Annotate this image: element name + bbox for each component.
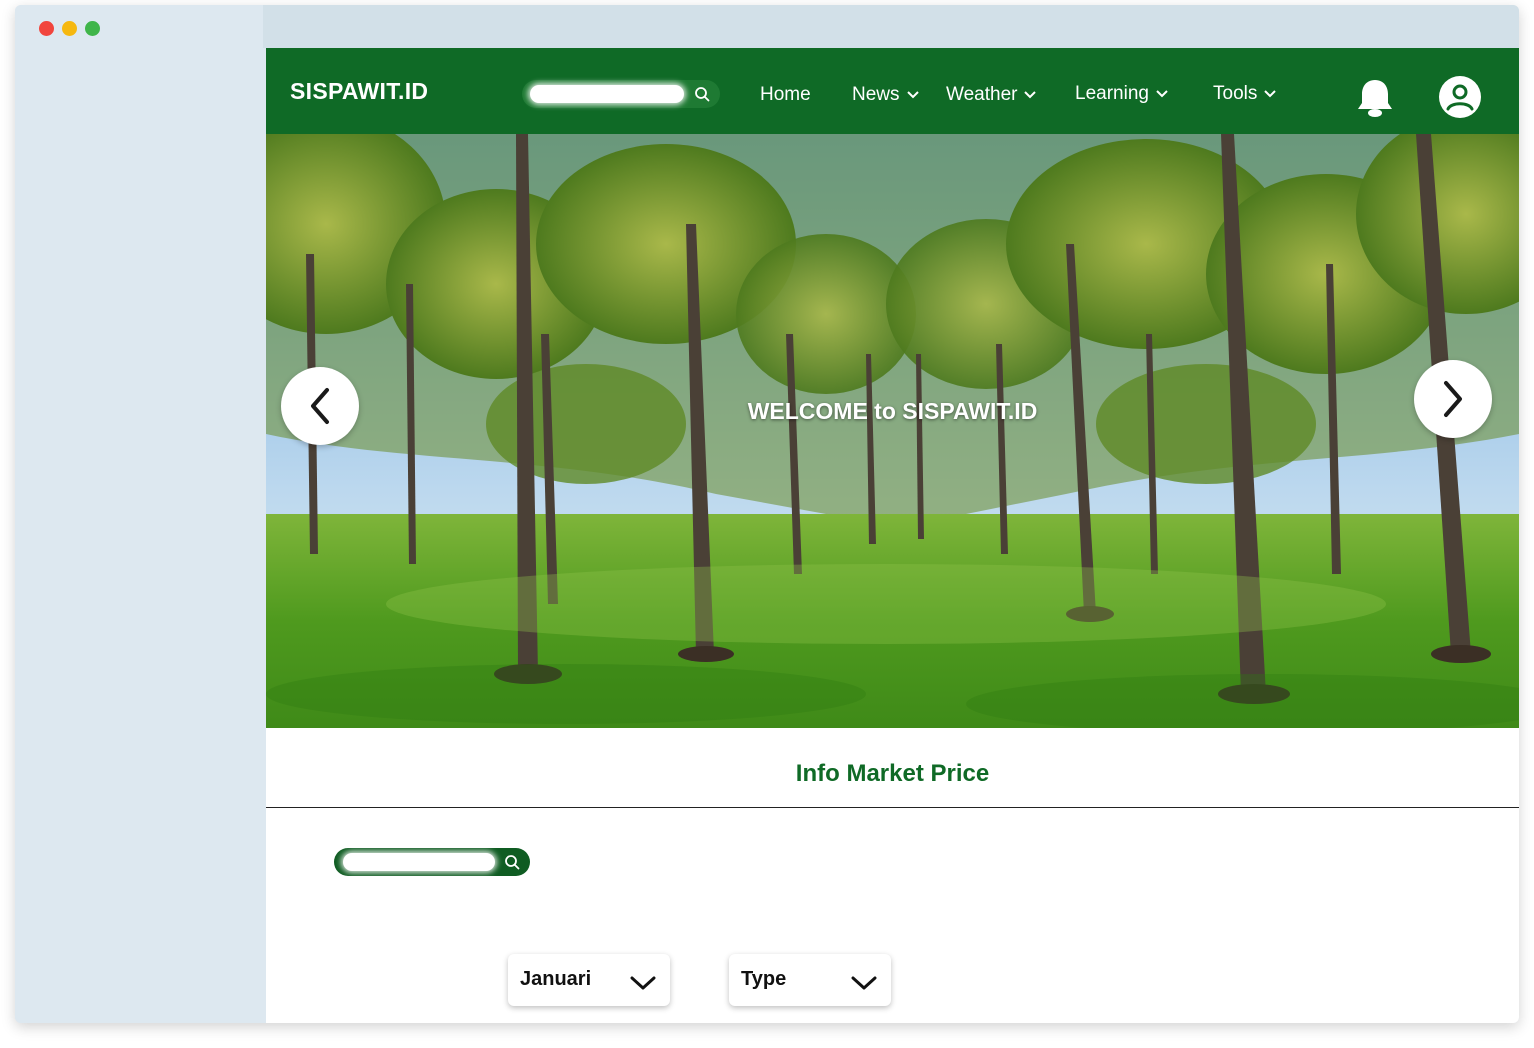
close-window-button[interactable] (39, 21, 54, 36)
type-dropdown[interactable]: Type (729, 954, 891, 1006)
chevron-down-icon (630, 976, 656, 990)
window-controls (39, 21, 100, 36)
chevron-down-icon (1264, 90, 1277, 98)
hero-carousel: WELCOME to SISPAWIT.ID (266, 134, 1519, 728)
nav-tools-label: Tools (1213, 83, 1258, 104)
nav-news-label: News (852, 84, 900, 105)
chevron-down-icon (851, 976, 877, 990)
nav-weather[interactable]: Weather (946, 84, 1037, 106)
search-icon[interactable] (504, 854, 520, 870)
search-icon[interactable] (694, 86, 710, 102)
section-divider (266, 807, 1519, 808)
nav-weather-label: Weather (946, 84, 1018, 105)
chevron-down-icon (1024, 91, 1037, 99)
web-page: SISPAWIT.ID Home News Weather Learning T… (266, 48, 1519, 1023)
nav-learning-label: Learning (1075, 83, 1149, 104)
user-icon[interactable] (1438, 75, 1482, 119)
navbar: SISPAWIT.ID Home News Weather Learning T… (266, 48, 1519, 134)
left-panel (15, 5, 263, 1023)
chevron-down-icon (906, 91, 919, 99)
nav-tools[interactable]: Tools (1213, 83, 1277, 105)
hero-welcome-text: WELCOME to SISPAWIT.ID (747, 398, 1038, 424)
nav-news[interactable]: News (852, 84, 920, 106)
nav-search-input[interactable] (530, 85, 684, 103)
chevron-left-icon (311, 388, 329, 424)
market-search-bar[interactable] (334, 848, 530, 876)
top-strip (263, 5, 1519, 48)
maximize-window-button[interactable] (85, 21, 100, 36)
market-search-input[interactable] (343, 853, 495, 871)
nav-home-label: Home (760, 84, 811, 105)
month-dropdown-value: Januari (520, 968, 592, 990)
minimize-window-button[interactable] (62, 21, 77, 36)
type-dropdown-value: Type (741, 968, 787, 990)
browser-window: SISPAWIT.ID Home News Weather Learning T… (15, 5, 1519, 1023)
bell-icon[interactable] (1354, 76, 1396, 120)
brand-logo[interactable]: SISPAWIT.ID (290, 78, 428, 105)
chevron-right-icon (1444, 381, 1462, 417)
nav-search-bar[interactable] (522, 80, 720, 108)
palm-plantation-image (266, 134, 1519, 728)
nav-home[interactable]: Home (760, 84, 811, 106)
market-section-title: Info Market Price (795, 760, 990, 787)
chevron-down-icon (1156, 90, 1168, 98)
nav-learning[interactable]: Learning (1075, 83, 1169, 105)
month-dropdown[interactable]: Januari (508, 954, 670, 1006)
carousel-prev-button[interactable] (281, 367, 359, 445)
carousel-next-button[interactable] (1414, 360, 1492, 438)
